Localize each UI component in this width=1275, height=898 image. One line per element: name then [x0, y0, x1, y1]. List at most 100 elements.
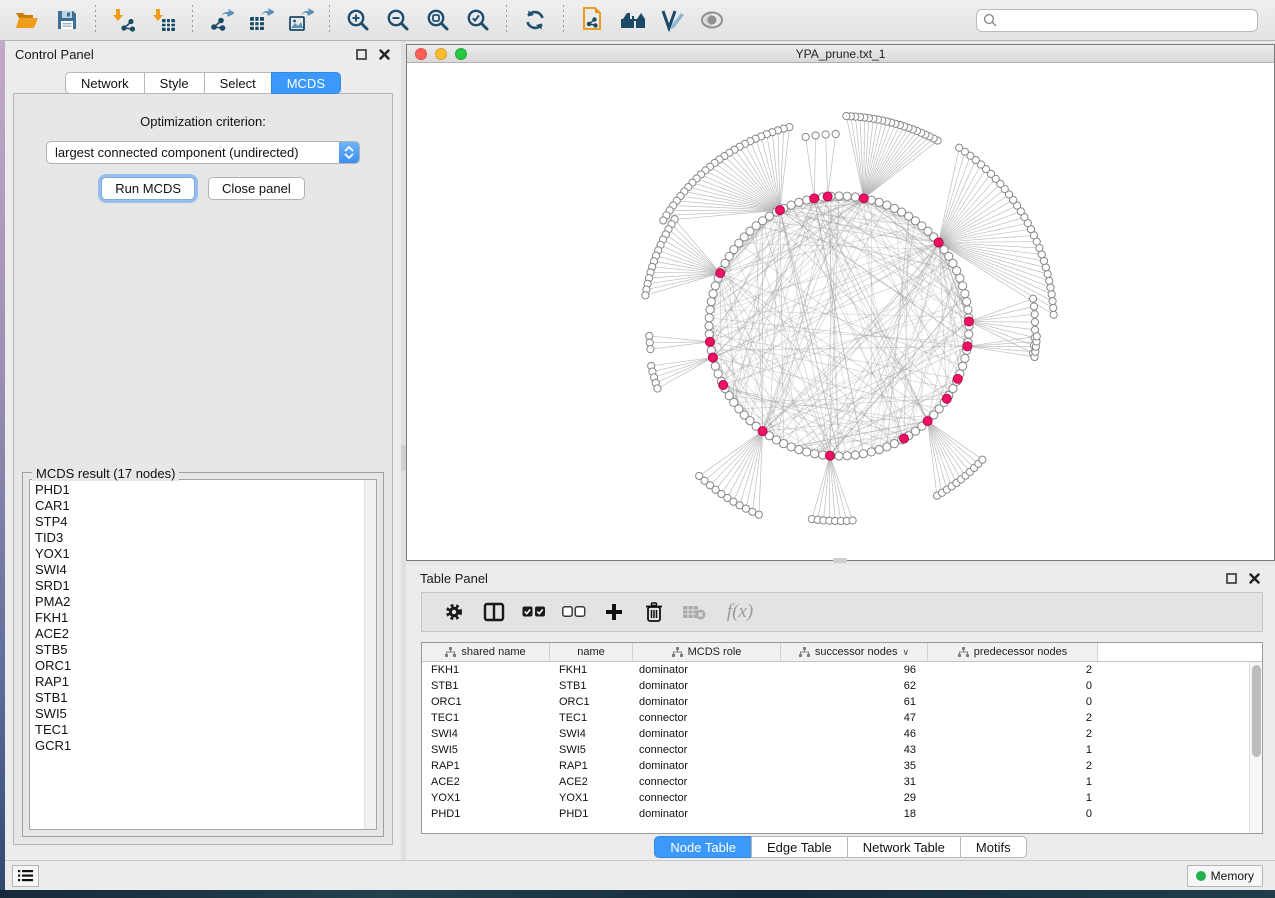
cell-successor-nodes[interactable]: 35 [781, 758, 928, 774]
mcds-hub-node[interactable] [825, 451, 834, 460]
table-scrollbar-track[interactable] [1249, 662, 1262, 833]
network-node[interactable] [795, 446, 803, 454]
network-node[interactable] [1048, 291, 1055, 298]
cell-MCDS-role[interactable]: connector [633, 790, 781, 806]
search-network-button[interactable] [615, 4, 649, 36]
function-builder-button[interactable]: f(x) [716, 595, 764, 629]
network-node[interactable] [832, 130, 839, 137]
network-node[interactable] [965, 330, 973, 338]
show-columns-button[interactable] [476, 595, 512, 629]
cell-name[interactable]: STB1 [550, 678, 633, 694]
memory-button[interactable]: Memory [1187, 865, 1263, 887]
zoom-out-button[interactable] [381, 4, 415, 36]
zoom-selected-button[interactable] [461, 4, 495, 36]
network-node[interactable] [964, 306, 972, 314]
network-node[interactable] [787, 201, 795, 209]
cell-name[interactable]: ACE2 [550, 774, 633, 790]
network-node[interactable] [646, 339, 653, 346]
cell-name[interactable]: ORC1 [550, 694, 633, 710]
mcds-result-item[interactable]: SRD1 [32, 578, 376, 594]
mcds-hub-node[interactable] [859, 194, 868, 203]
deselect-all-button[interactable] [556, 595, 592, 629]
mcds-hub-node[interactable] [963, 342, 972, 351]
export-table-button[interactable] [244, 4, 278, 36]
network-node[interactable] [803, 448, 811, 456]
show-log-button[interactable] [12, 865, 39, 887]
cell-name[interactable]: RAP1 [550, 758, 633, 774]
mcds-result-item[interactable]: YOX1 [32, 546, 376, 562]
network-node[interactable] [1046, 277, 1053, 284]
cell-predecessor-nodes[interactable]: 2 [928, 662, 1098, 678]
window-maximize-button[interactable] [455, 48, 467, 60]
network-node[interactable] [1031, 311, 1038, 318]
network-node[interactable] [1044, 271, 1051, 278]
network-node[interactable] [883, 443, 891, 451]
tab-network[interactable]: Network [65, 72, 145, 94]
network-node[interactable] [795, 198, 803, 206]
network-node[interactable] [1029, 295, 1036, 302]
network-node[interactable] [1047, 284, 1054, 291]
network-node[interactable] [851, 193, 859, 201]
table-row[interactable]: STB1STB1dominator620 [422, 678, 1262, 694]
cell-name[interactable]: FKH1 [550, 662, 633, 678]
network-node[interactable] [707, 298, 715, 306]
network-node[interactable] [1030, 303, 1037, 310]
network-node[interactable] [802, 133, 809, 140]
column-header-shared-name[interactable]: shared name [422, 643, 550, 662]
network-node[interactable] [867, 448, 875, 456]
cell-shared-name[interactable]: FKH1 [422, 662, 550, 678]
cell-name[interactable]: SWI5 [550, 742, 633, 758]
mcds-result-item[interactable]: STB5 [32, 642, 376, 658]
network-node[interactable] [646, 332, 653, 339]
network-node[interactable] [706, 306, 714, 314]
network-view[interactable] [407, 64, 1274, 560]
mcds-hub-node[interactable] [716, 269, 725, 278]
horizontal-splitter-grip[interactable] [833, 558, 847, 563]
network-node[interactable] [755, 511, 762, 518]
network-node[interactable] [890, 204, 898, 212]
network-node[interactable] [956, 274, 964, 282]
tab-edge-table[interactable]: Edge Table [751, 836, 848, 858]
network-node[interactable] [961, 354, 969, 362]
export-network-button[interactable] [204, 4, 238, 36]
cell-shared-name[interactable]: TEC1 [422, 710, 550, 726]
tab-node-table[interactable]: Node Table [654, 836, 752, 858]
network-node[interactable] [959, 362, 967, 370]
float-panel-button[interactable] [354, 47, 368, 61]
network-node[interactable] [711, 282, 719, 290]
cell-shared-name[interactable]: STB1 [422, 678, 550, 694]
cell-MCDS-role[interactable]: dominator [633, 662, 781, 678]
float-table-panel-button[interactable] [1224, 571, 1238, 585]
mcds-hub-node[interactable] [810, 194, 819, 203]
close-table-panel-button[interactable] [1247, 571, 1261, 585]
cell-successor-nodes[interactable]: 61 [781, 694, 928, 710]
delete-table-button[interactable] [676, 595, 712, 629]
mcds-result-item[interactable]: GCR1 [32, 738, 376, 754]
table-row[interactable]: RAP1RAP1dominator352 [422, 758, 1262, 774]
cell-MCDS-role[interactable]: dominator [633, 694, 781, 710]
network-node[interactable] [875, 198, 883, 206]
export-image-button[interactable] [284, 4, 318, 36]
network-node[interactable] [835, 192, 843, 200]
tab-motifs[interactable]: Motifs [960, 836, 1027, 858]
cell-MCDS-role[interactable]: connector [633, 742, 781, 758]
mcds-hub-node[interactable] [775, 206, 784, 215]
cell-MCDS-role[interactable]: connector [633, 774, 781, 790]
close-panel-action-button[interactable]: Close panel [208, 177, 305, 200]
mcds-result-item[interactable]: FKH1 [32, 610, 376, 626]
run-mcds-button[interactable]: Run MCDS [101, 177, 195, 200]
network-node[interactable] [647, 346, 654, 353]
cell-predecessor-nodes[interactable]: 0 [928, 806, 1098, 822]
network-node[interactable] [1049, 297, 1056, 304]
network-node[interactable] [956, 144, 963, 151]
import-table-button[interactable] [147, 4, 181, 36]
mcds-hub-node[interactable] [923, 417, 932, 426]
network-node[interactable] [859, 450, 867, 458]
tab-network-table[interactable]: Network Table [847, 836, 961, 858]
cell-successor-nodes[interactable]: 96 [781, 662, 928, 678]
network-node[interactable] [642, 292, 649, 299]
network-graph[interactable] [407, 64, 1274, 561]
network-node[interactable] [1050, 311, 1057, 318]
cell-predecessor-nodes[interactable]: 2 [928, 726, 1098, 742]
mcds-hub-node[interactable] [758, 427, 767, 436]
